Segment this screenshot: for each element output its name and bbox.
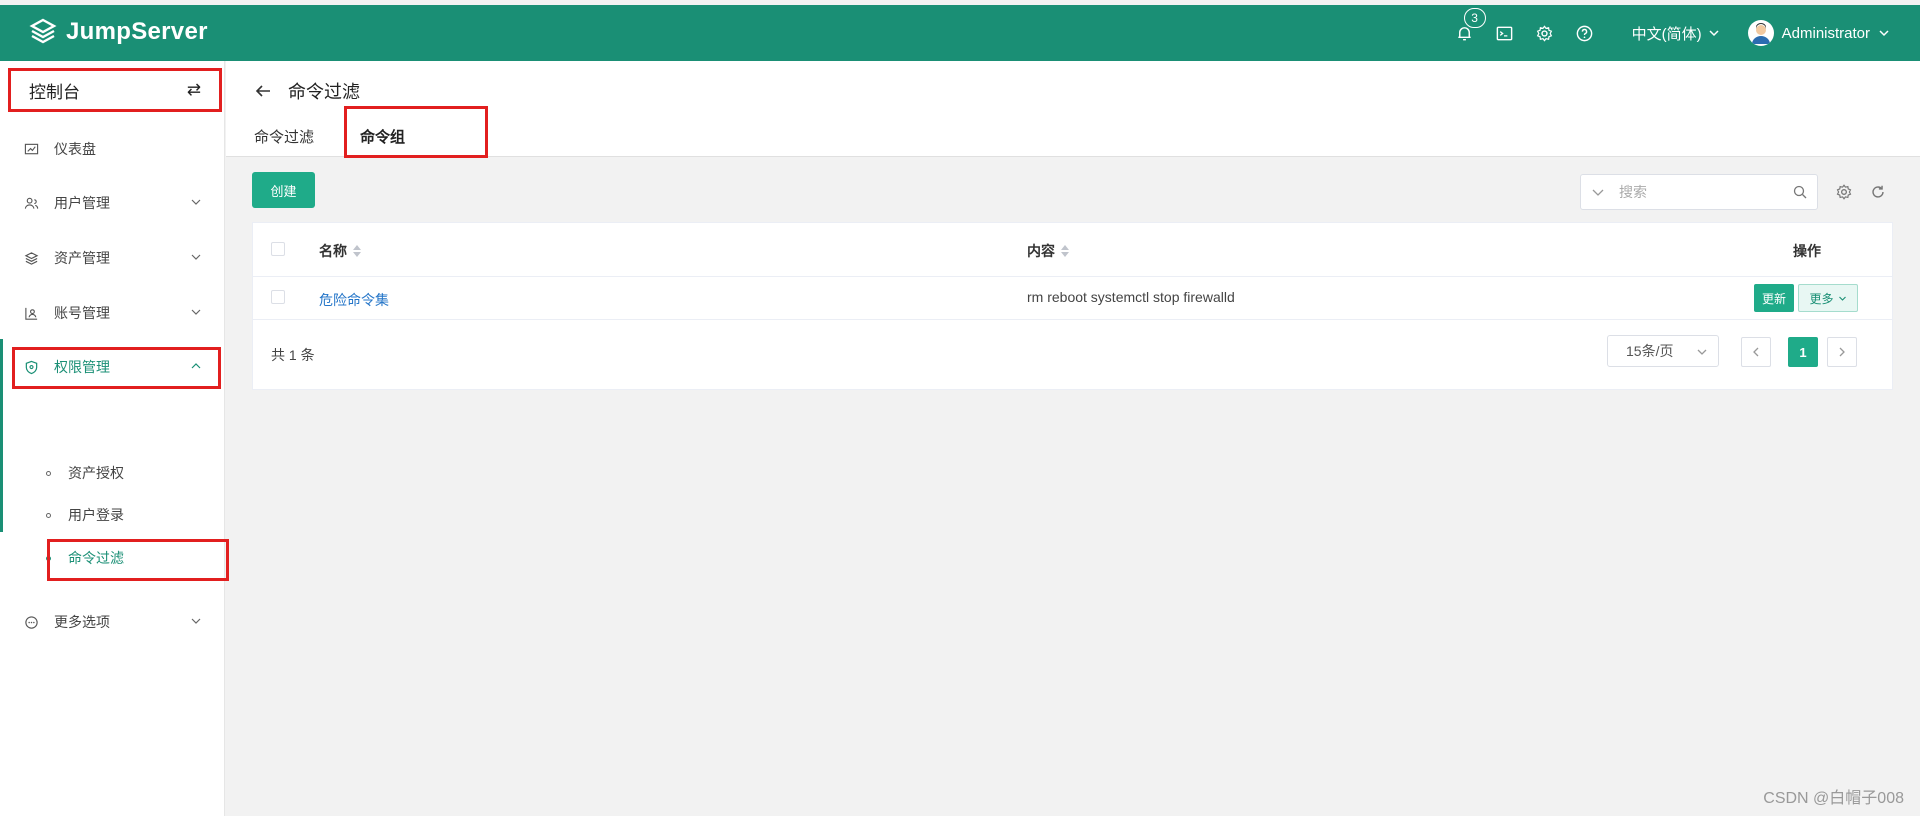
language-selector[interactable]: 中文(简体)	[1632, 23, 1720, 44]
sidebar-item-accounts[interactable]: 账号管理	[0, 291, 224, 335]
chevron-down-icon	[1592, 189, 1604, 196]
more-actions-button[interactable]: 更多	[1798, 284, 1858, 312]
sidebar-item-label: 账号管理	[54, 305, 110, 321]
more-icon	[22, 613, 40, 631]
sidebar-item-label: 仪表盘	[54, 141, 96, 157]
page-title: 命令过滤	[288, 82, 360, 102]
column-header-content[interactable]: 内容	[1027, 241, 1069, 261]
row-content: rm reboot systemctl stop firewalld	[1027, 289, 1235, 305]
sidebar-item-users[interactable]: 用户管理	[0, 181, 224, 225]
top-navbar: JumpServer 3 中文(简体) Administrator	[0, 5, 1920, 61]
prev-page-button[interactable]	[1741, 337, 1771, 367]
user-name: Administrator	[1781, 24, 1870, 42]
page-header: 命令过滤 命令过滤 命令组	[226, 61, 1920, 158]
table-row: 危险命令集 rm reboot systemctl stop firewalld…	[253, 277, 1892, 320]
sidebar-subitem-user-login[interactable]: 用户登录	[0, 495, 224, 535]
command-group-table: 名称 内容 操作 危险命令集 rm reboot systemctl stop …	[252, 222, 1893, 390]
layers-icon	[22, 249, 40, 267]
row-name-link[interactable]: 危险命令集	[319, 290, 389, 310]
sidebar-item-label: 更多选项	[54, 614, 110, 630]
sidebar-subitem-asset-permission[interactable]: 资产授权	[0, 453, 224, 493]
avatar	[1747, 20, 1774, 46]
sidebar-subitem-label: 资产授权	[68, 465, 124, 481]
terminal-icon	[1496, 26, 1513, 40]
sidebar-item-more[interactable]: 更多选项	[0, 600, 224, 644]
notification-badge: 3	[1463, 8, 1486, 28]
brand-name: JumpServer	[66, 18, 208, 45]
web-terminal-button[interactable]	[1494, 22, 1516, 44]
settings-button[interactable]	[1534, 22, 1556, 44]
dashboard-icon	[22, 140, 40, 158]
bullet-icon	[46, 470, 51, 476]
console-label: 控制台	[29, 82, 80, 102]
chevron-down-icon	[191, 309, 201, 315]
search-placeholder: 搜索	[1619, 184, 1647, 200]
console-switcher[interactable]: 控制台 ⇄	[8, 68, 222, 112]
sort-icon	[353, 245, 361, 257]
page-number-button[interactable]: 1	[1788, 337, 1818, 367]
highlight-box	[12, 347, 221, 389]
column-settings-icon[interactable]	[1835, 183, 1853, 201]
arrow-left-icon	[255, 85, 270, 97]
chevron-down-icon	[191, 199, 201, 205]
switch-icon: ⇄	[186, 80, 201, 99]
sidebar-item-dashboard[interactable]: 仪表盘	[0, 127, 224, 171]
back-button[interactable]: 命令过滤	[254, 78, 360, 104]
tab-command-filter[interactable]: 命令过滤	[254, 126, 314, 147]
search-icon	[1793, 185, 1807, 199]
select-all-checkbox[interactable]	[271, 242, 285, 256]
sidebar-item-label: 用户管理	[54, 195, 110, 211]
next-page-button[interactable]	[1827, 337, 1857, 367]
language-label: 中文(简体)	[1631, 25, 1702, 43]
brand-logo[interactable]: JumpServer	[28, 17, 208, 47]
update-button[interactable]: 更新	[1754, 284, 1794, 312]
jumpserver-logo-icon	[29, 18, 57, 44]
column-header-name[interactable]: 名称	[319, 241, 361, 261]
chevron-down-icon	[1709, 30, 1719, 37]
chevron-down-icon	[191, 254, 201, 260]
row-checkbox[interactable]	[271, 290, 285, 304]
highlight-box	[344, 106, 488, 158]
watermark: CSDN @白帽子008	[1763, 790, 1904, 807]
account-icon	[22, 304, 40, 322]
chevron-down-icon	[1879, 30, 1889, 37]
page-size-select[interactable]: 15条/页	[1607, 335, 1719, 367]
sidebar-subitem-label: 用户登录	[68, 507, 124, 523]
sidebar: 控制台 ⇄ 仪表盘 用户管理 资产管理 账号管理 权限管理 资产授权 用户登录 …	[0, 61, 229, 816]
refresh-icon[interactable]	[1869, 183, 1887, 201]
chevron-right-icon	[1839, 347, 1845, 357]
table-header: 名称 内容 操作	[253, 223, 1892, 277]
sidebar-item-assets[interactable]: 资产管理	[0, 236, 224, 280]
highlight-box	[47, 539, 229, 581]
gear-icon	[1536, 24, 1553, 42]
chevron-down-icon	[1697, 349, 1707, 355]
bullet-icon	[46, 512, 51, 518]
chevron-down-icon	[191, 618, 201, 624]
help-button[interactable]	[1574, 22, 1596, 44]
sidebar-item-label: 资产管理	[54, 250, 110, 266]
user-menu[interactable]: Administrator	[1747, 20, 1890, 46]
help-icon	[1576, 25, 1593, 41]
sort-icon	[1061, 245, 1069, 257]
chevron-left-icon	[1753, 347, 1759, 357]
create-button[interactable]: 创建	[252, 172, 315, 208]
column-header-actions: 操作	[1793, 243, 1821, 259]
notification-button[interactable]: 3	[1454, 8, 1486, 44]
search-input[interactable]: 搜索	[1580, 174, 1818, 210]
total-count: 共 1 条	[271, 347, 315, 363]
users-icon	[22, 194, 40, 212]
chevron-down-icon	[1838, 296, 1846, 301]
